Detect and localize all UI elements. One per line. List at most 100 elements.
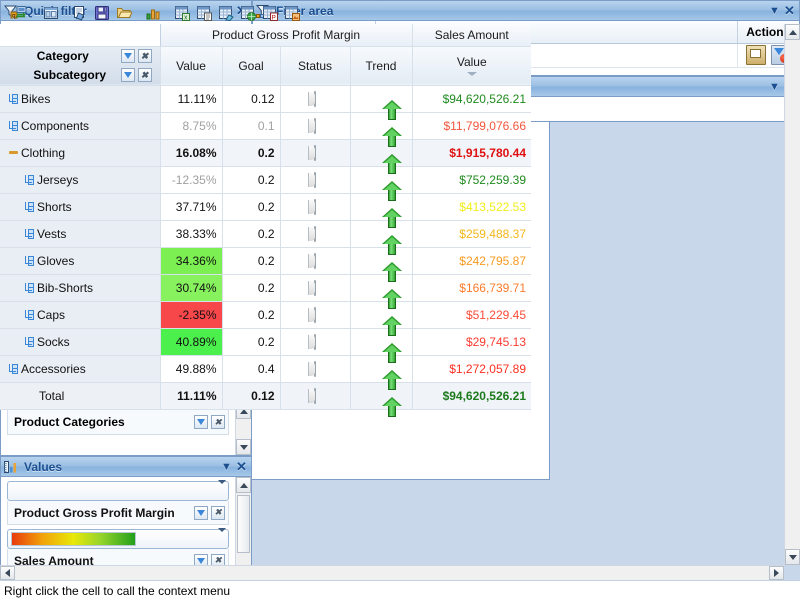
cell-margin-status[interactable]	[280, 166, 351, 194]
table-row[interactable]: Jerseys -12.35% 0.2 $752,259.39	[0, 166, 531, 201]
cell-margin-status[interactable]	[280, 139, 351, 167]
cell-margin-value[interactable]: 8.75%	[160, 112, 223, 140]
expand-leaf-icon[interactable]	[21, 282, 37, 293]
scroll-right-icon[interactable]	[769, 566, 784, 580]
cell-sales-amount[interactable]: $51,229.45	[412, 301, 531, 329]
cell-margin-value[interactable]: -2.35%	[160, 301, 223, 329]
column-header-status[interactable]: Status	[280, 46, 351, 86]
cell-sales-amount[interactable]: $259,488.37	[412, 220, 531, 248]
table-row[interactable]: Clothing 16.08% 0.2 $1,915,780.44	[0, 139, 531, 174]
export-xml-icon[interactable]	[215, 2, 237, 24]
cell-margin-trend[interactable]	[350, 85, 413, 120]
export-pdf-icon[interactable]: P	[259, 2, 281, 24]
expand-leaf-icon[interactable]	[21, 255, 37, 266]
row-header-cell[interactable]: Shorts	[0, 193, 161, 221]
table-row[interactable]: Total 11.11% 0.12 $94,620,526.21	[0, 382, 531, 417]
expand-leaf-icon[interactable]	[5, 120, 21, 131]
cell-margin-trend[interactable]	[350, 166, 413, 201]
column-header-sales-value[interactable]: Value	[412, 46, 531, 86]
cell-margin-value[interactable]: -12.35%	[160, 166, 223, 194]
cell-margin-trend[interactable]	[350, 247, 413, 282]
export-html-icon[interactable]	[237, 2, 259, 24]
cell-margin-goal[interactable]: 0.2	[222, 220, 281, 248]
row-header-cell[interactable]: Bikes	[0, 85, 161, 113]
measure-group-product-gross-profit-margin[interactable]: Product Gross Profit Margin	[160, 24, 413, 47]
table-row[interactable]: Caps -2.35% 0.2 $51,229.45	[0, 301, 531, 336]
cell-margin-value[interactable]: 34.36%	[160, 247, 223, 275]
column-header-trend[interactable]: Trend	[350, 46, 413, 86]
cell-sales-amount[interactable]: $242,795.87	[412, 247, 531, 275]
filter-area-close-icon[interactable]: ✕	[782, 3, 797, 19]
expand-leaf-icon[interactable]	[21, 174, 37, 185]
cell-margin-value[interactable]: 16.08%	[160, 139, 223, 167]
filter-icon[interactable]	[120, 68, 135, 82]
connect-icon[interactable]	[11, 2, 33, 24]
cell-margin-trend[interactable]	[350, 382, 413, 417]
cell-margin-goal[interactable]: 0.2	[222, 193, 281, 221]
cell-margin-value[interactable]: 11.11%	[160, 85, 223, 113]
cell-margin-value[interactable]: 38.33%	[160, 220, 223, 248]
cell-margin-status[interactable]	[280, 274, 351, 302]
remove-icon[interactable]: ✖	[137, 49, 152, 63]
cell-margin-status[interactable]	[280, 355, 351, 383]
cell-sales-amount[interactable]: $11,799,076.66	[412, 112, 531, 140]
expand-leaf-icon[interactable]	[21, 201, 37, 212]
cell-sales-amount[interactable]: $1,272,057.89	[412, 355, 531, 383]
export-excel-icon[interactable]: x	[171, 2, 193, 24]
column-header-value[interactable]: Value	[160, 46, 223, 86]
cell-margin-status[interactable]	[280, 85, 351, 113]
cell-margin-goal[interactable]: 0.2	[222, 301, 281, 329]
cell-margin-trend[interactable]	[350, 301, 413, 336]
table-row[interactable]: Gloves 34.36% 0.2 $242,795.87	[0, 247, 531, 282]
cell-margin-goal[interactable]: 0.2	[222, 247, 281, 275]
cell-margin-goal[interactable]: 0.4	[222, 355, 281, 383]
expand-leaf-icon[interactable]	[5, 363, 21, 374]
open-icon[interactable]	[113, 2, 135, 24]
table-row[interactable]: Bib-Shorts 30.74% 0.2 $166,739.71	[0, 274, 531, 309]
cell-margin-status[interactable]	[280, 247, 351, 275]
cell-sales-amount[interactable]: $752,259.39	[412, 166, 531, 194]
cell-margin-status[interactable]	[280, 112, 351, 140]
measure-group-sales-amount[interactable]: Sales Amount	[412, 24, 531, 47]
cell-margin-goal[interactable]: 0.2	[222, 166, 281, 194]
cell-margin-trend[interactable]	[350, 274, 413, 309]
cell-margin-goal[interactable]: 0.12	[222, 85, 281, 113]
collapse-icon[interactable]	[5, 151, 21, 154]
cell-margin-trend[interactable]	[350, 328, 413, 363]
cell-sales-amount[interactable]: $413,522.53	[412, 193, 531, 221]
scroll-up-icon[interactable]	[785, 24, 800, 40]
filter-icon[interactable]	[120, 49, 135, 63]
cell-margin-value[interactable]: 11.11%	[160, 382, 223, 410]
row-header-cell[interactable]: Total	[0, 382, 161, 410]
cell-margin-status[interactable]	[280, 220, 351, 248]
edit-report-icon[interactable]	[69, 2, 91, 24]
cell-margin-status[interactable]	[280, 382, 351, 410]
row-header-cell[interactable]: Components	[0, 112, 161, 140]
row-header-cell[interactable]: Accessories	[0, 355, 161, 383]
cell-margin-value[interactable]: 40.89%	[160, 328, 223, 356]
export-text-icon[interactable]	[193, 2, 215, 24]
row-header-cell[interactable]: Jerseys	[0, 166, 161, 194]
filter-area-collapse-icon[interactable]: ▼	[767, 5, 782, 17]
cell-margin-trend[interactable]	[350, 355, 413, 390]
grid-hscrollbar[interactable]	[0, 565, 784, 580]
cell-sales-amount[interactable]: $94,620,526.21	[412, 382, 531, 410]
cell-margin-status[interactable]	[280, 328, 351, 356]
cell-margin-value[interactable]: 30.74%	[160, 274, 223, 302]
cell-margin-goal[interactable]: 0.2	[222, 139, 281, 167]
cell-margin-value[interactable]: 49.88%	[160, 355, 223, 383]
cell-margin-trend[interactable]	[350, 193, 413, 228]
expand-leaf-icon[interactable]	[21, 309, 37, 320]
column-header-goal[interactable]: Goal	[222, 46, 281, 86]
layout-icon[interactable]	[40, 2, 62, 24]
cell-sales-amount[interactable]: $1,915,780.44	[412, 139, 531, 167]
cell-sales-amount[interactable]: $29,745.13	[412, 328, 531, 356]
cell-margin-trend[interactable]	[350, 220, 413, 255]
table-row[interactable]: Bikes 11.11% 0.12 $94,620,526.21	[0, 85, 531, 120]
table-row[interactable]: Components 8.75% 0.1 $11,799,076.66	[0, 112, 531, 147]
scroll-down-icon[interactable]	[785, 549, 800, 565]
row-header-cell[interactable]: Clothing	[0, 139, 161, 167]
cell-margin-goal[interactable]: 0.2	[222, 328, 281, 356]
cell-margin-value[interactable]: 37.71%	[160, 193, 223, 221]
row-header-cell[interactable]: Gloves	[0, 247, 161, 275]
